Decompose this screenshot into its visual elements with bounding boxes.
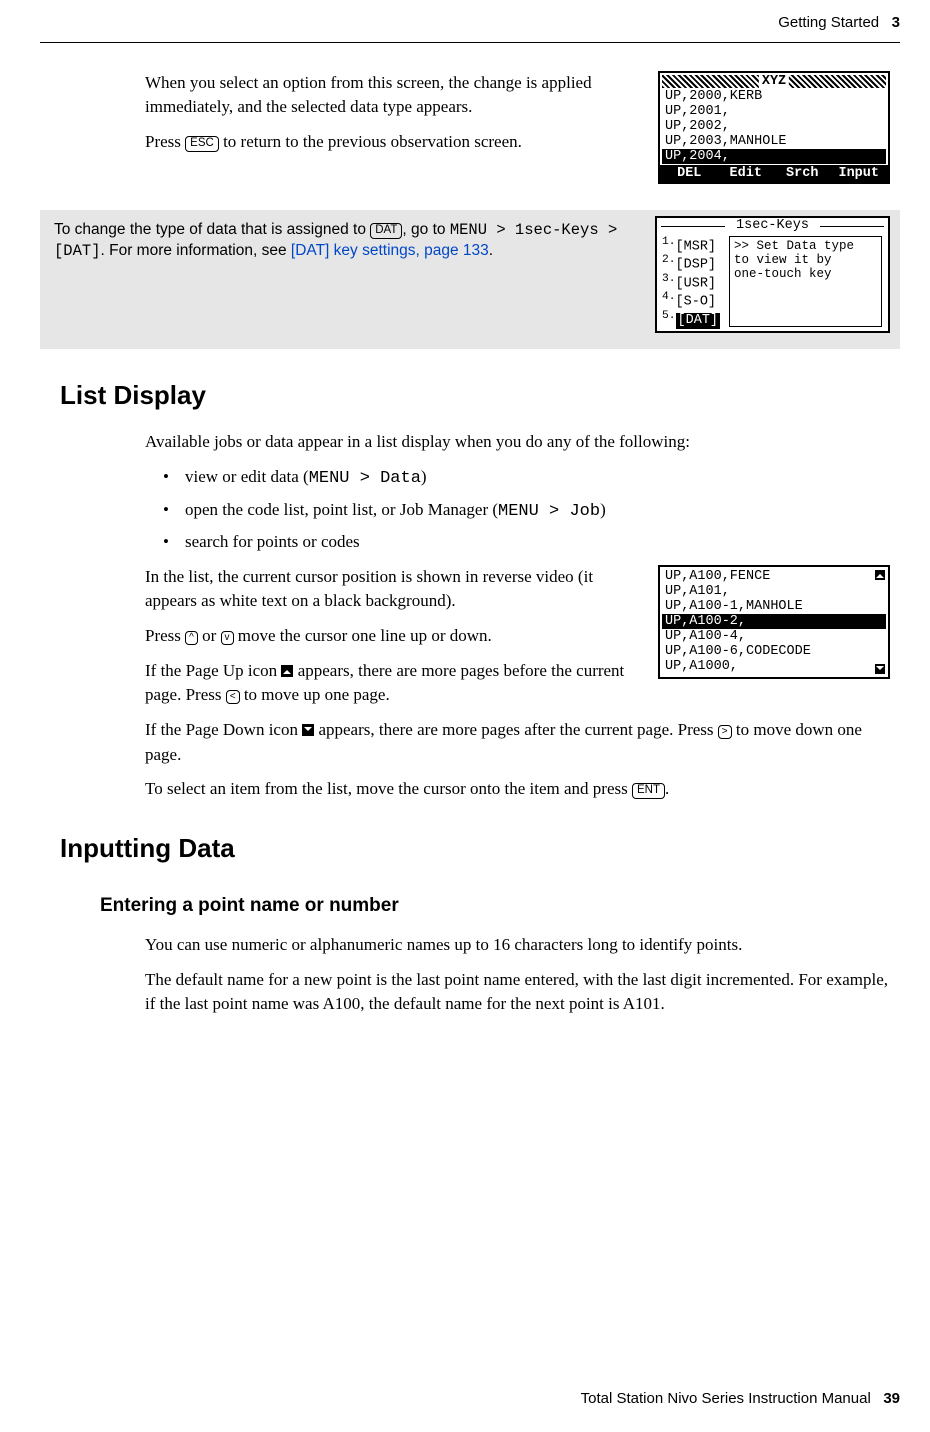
top-rule	[40, 42, 900, 43]
lcd-row: UP,2000,KERB	[662, 89, 886, 104]
softkey-edit: Edit	[721, 166, 772, 181]
esc-key-icon: ESC	[185, 136, 219, 152]
page-down-icon	[875, 664, 885, 674]
list-item: search for points or codes	[145, 530, 890, 555]
listdisplay-p4: If the Page Down icon appears, there are…	[145, 718, 890, 767]
screen-xyz-title: XYZ	[759, 74, 789, 89]
softkey-srch: Srch	[777, 166, 828, 181]
page-up-icon	[281, 665, 293, 677]
menu-item: 1.[MSR]	[662, 236, 729, 255]
page-up-icon	[875, 570, 885, 580]
running-header: Getting Started 3	[60, 12, 900, 34]
down-key-icon: v	[221, 631, 234, 645]
heading-list-display: List Display	[60, 377, 890, 415]
tip-note: 1sec-Keys 1.[MSR] 2.[DSP] 3.[USR] 4.[S-O…	[40, 210, 900, 348]
listdisplay-intro: Available jobs or data appear in a list …	[145, 430, 890, 455]
ent-key-icon: ENT	[632, 783, 665, 799]
screen-list: UP,A100,FENCE UP,A101, UP,A100-1,MANHOLE…	[658, 565, 890, 679]
lcd-row: UP,2003,MANHOLE	[662, 134, 886, 149]
footer-title: Total Station Nivo Series Instruction Ma…	[581, 1390, 871, 1407]
screen-1sec-keys: 1sec-Keys 1.[MSR] 2.[DSP] 3.[USR] 4.[S-O…	[655, 216, 890, 332]
menu-item: 2.[DSP]	[662, 254, 729, 273]
lcd-row: UP,A100,FENCE	[662, 569, 886, 584]
lcd-row: UP,2001,	[662, 104, 886, 119]
cross-ref-link[interactable]: [DAT] key settings, page 133	[291, 242, 489, 259]
header-chapter-num: 3	[892, 14, 900, 31]
listdisplay-p5: To select an item from the list, move th…	[145, 777, 890, 802]
inputting-p1: You can use numeric or alphanumeric name…	[145, 933, 890, 958]
hint-box: >> Set Data type to view it by one-touch…	[729, 236, 882, 327]
right-key-icon: >	[718, 725, 732, 739]
bullet-list: view or edit data (MENU > Data) open the…	[145, 465, 890, 555]
softkey-del: DEL	[664, 166, 715, 181]
subheading-entering-point: Entering a point name or number	[100, 892, 890, 920]
screen-1sec-title: 1sec-Keys	[659, 218, 886, 233]
lcd-row: UP,2002,	[662, 119, 886, 134]
lcd-softkeys: DEL Edit Srch Input	[660, 165, 888, 182]
lcd-row: UP,A100-4,	[662, 629, 886, 644]
up-key-icon: ^	[185, 631, 198, 645]
inputting-p2: The default name for a new point is the …	[145, 968, 890, 1017]
list-item: view or edit data (MENU > Data)	[145, 465, 890, 492]
dat-key-icon: DAT	[370, 223, 402, 239]
left-key-icon: <	[226, 690, 240, 704]
softkey-input: Input	[834, 166, 885, 181]
screen-xyz: XYZ UP,2000,KERB UP,2001, UP,2002, UP,20…	[658, 71, 890, 185]
header-section: Getting Started	[778, 14, 879, 31]
list-item: open the code list, point list, or Job M…	[145, 498, 890, 525]
lcd-row: UP,A101,	[662, 584, 886, 599]
lcd-row-selected: UP,2004,	[662, 149, 886, 164]
menu-item-selected: 5.[DAT]	[662, 310, 729, 329]
page-down-icon	[302, 724, 314, 736]
page-footer: Total Station Nivo Series Instruction Ma…	[581, 1388, 900, 1410]
lcd-row: UP,A100-6,CODECODE	[662, 644, 886, 659]
lcd-row: UP,A100-1,MANHOLE	[662, 599, 886, 614]
menu-item: 3.[USR]	[662, 273, 729, 292]
lcd-row-selected: UP,A100-2,	[662, 614, 886, 629]
heading-inputting-data: Inputting Data	[60, 830, 890, 868]
menu-item: 4.[S-O]	[662, 291, 729, 310]
lcd-row: UP,A1000,	[662, 659, 886, 674]
footer-page-num: 39	[883, 1390, 900, 1407]
